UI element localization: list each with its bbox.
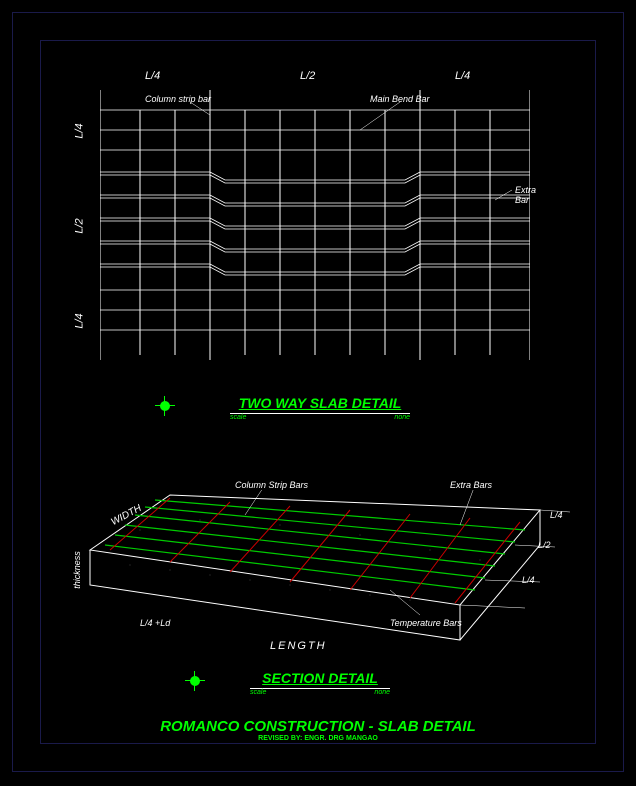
scale-right-2: none (374, 689, 390, 696)
scale-line-2: scale none (250, 688, 390, 689)
dim-left-3: L/4 (74, 313, 86, 328)
title-section: SECTION DETAIL scale none (210, 670, 430, 691)
scale-right-1: none (394, 414, 410, 421)
dim-left-2: L/2 (74, 218, 86, 233)
iso-svg (80, 490, 580, 660)
plan-svg (100, 90, 530, 360)
plan-view: L/4 L/2 L/4 L/4 L/2 L/4 Column strip bar… (100, 90, 530, 360)
dim-left-1: L/4 (74, 123, 86, 138)
marker-icon (160, 401, 170, 411)
title1-text: TWO WAY SLAB DETAIL (180, 395, 460, 411)
dim-top-1: L/4 (145, 70, 160, 82)
dim-top-3: L/4 (455, 70, 470, 82)
footer-main: ROMANCO CONSTRUCTION - SLAB DETAIL (0, 718, 636, 735)
dim-top-2: L/2 (300, 70, 315, 82)
isometric-view: WIDTH thickness LENGTH L/4 +Ld Column St… (80, 490, 560, 660)
iso-extra: Extra Bars (450, 480, 492, 490)
footer-revised: REVISED BY: ENGR. DRG MANGAO (0, 735, 636, 742)
footer: ROMANCO CONSTRUCTION - SLAB DETAIL REVIS… (0, 718, 636, 742)
scale-line-1: scale none (230, 413, 410, 414)
scale-left-2: scale (250, 689, 266, 696)
title-two-way: TWO WAY SLAB DETAIL scale none (180, 395, 460, 416)
scale-left-1: scale (230, 414, 246, 421)
marker-icon-2 (190, 676, 200, 686)
title2-text: SECTION DETAIL (210, 670, 430, 686)
iso-col-strip: Column Strip Bars (235, 480, 308, 490)
